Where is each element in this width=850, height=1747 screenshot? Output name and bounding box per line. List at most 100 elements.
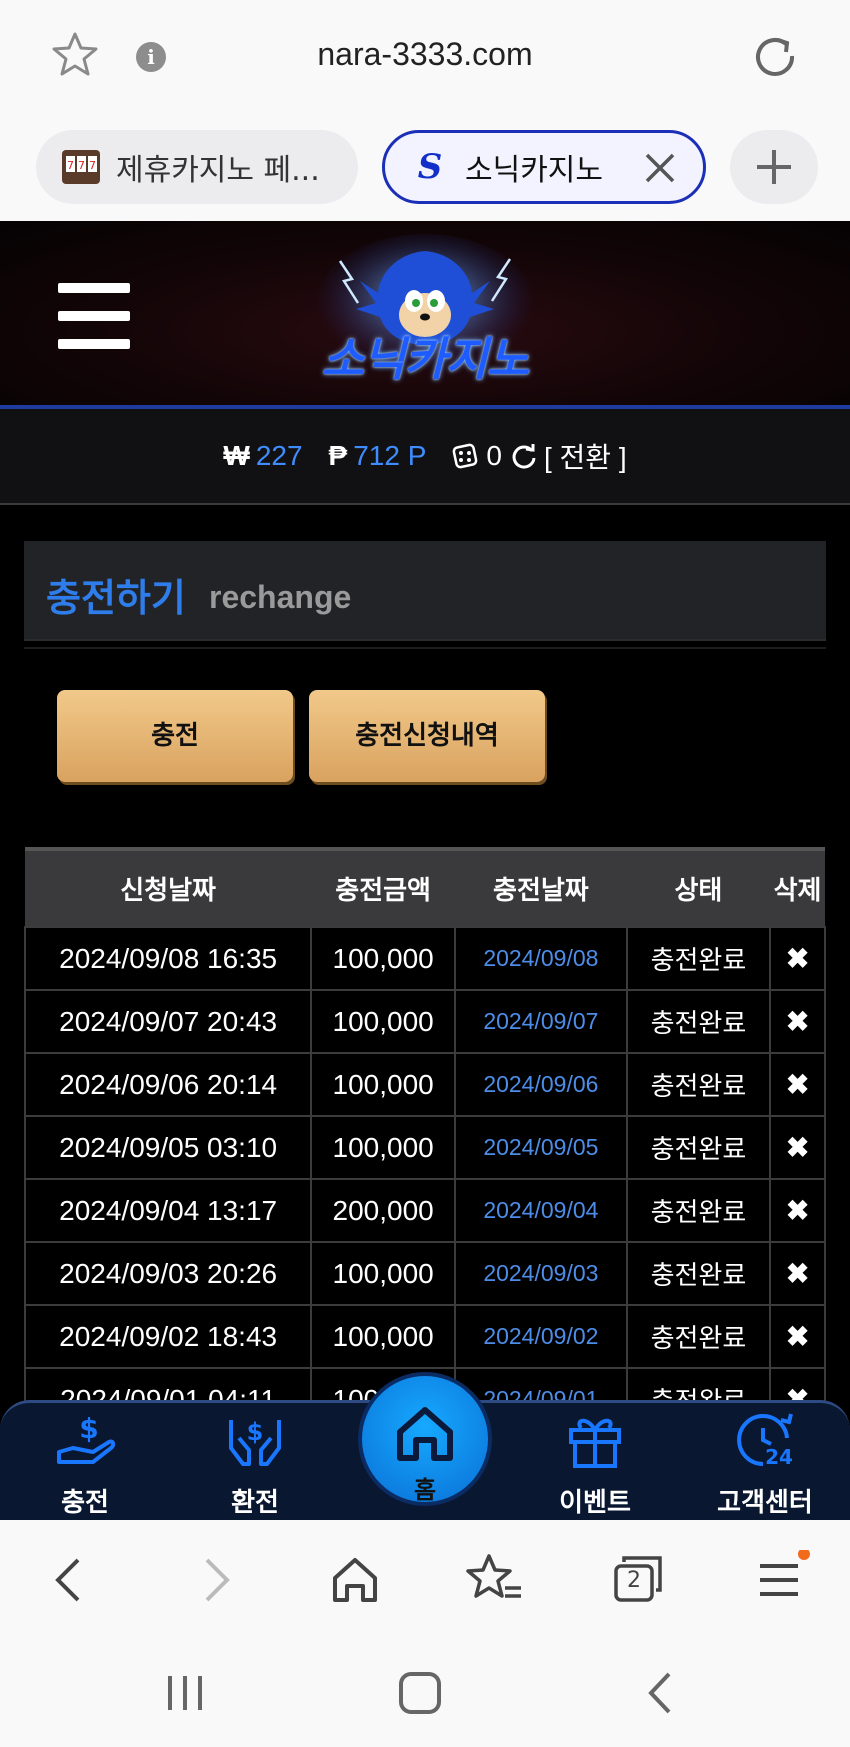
status-cell: 충전완료 xyxy=(625,989,772,1054)
status-cell: 충전완료 xyxy=(625,1241,772,1306)
logo-text: 소닉카지노 xyxy=(321,332,530,386)
recent-apps-icon[interactable] xyxy=(160,1668,210,1718)
amount-cell: 100,000 xyxy=(310,989,457,1054)
col-header-charge-date: 충전날짜 xyxy=(493,876,589,906)
divider xyxy=(24,647,826,649)
nav-label: 고객센터 xyxy=(717,1488,813,1518)
close-tab-icon[interactable] xyxy=(643,151,677,185)
svg-text:7: 7 xyxy=(78,159,85,172)
request-date-cell: 2024/09/04 13:17 xyxy=(23,1178,313,1243)
browser-toolbar: 2 xyxy=(0,1520,850,1640)
request-date-cell: 2024/09/05 03:10 xyxy=(23,1115,313,1180)
bookmarks-icon[interactable] xyxy=(465,1550,525,1610)
refresh-icon[interactable] xyxy=(510,442,538,470)
request-date-cell: 2024/09/06 20:14 xyxy=(23,1052,313,1117)
nav-support[interactable]: 24 고객센터 xyxy=(690,1408,840,1520)
charge-date-cell: 2024/09/04 xyxy=(454,1178,628,1243)
home-icon xyxy=(397,1407,453,1461)
col-header-request-date: 신청날짜 xyxy=(120,876,216,906)
nav-label: 홈 xyxy=(413,1476,437,1504)
charge-button[interactable]: 충전 xyxy=(57,690,293,782)
delete-button[interactable]: ✖ xyxy=(769,1304,826,1369)
url-text[interactable]: nara-3333.com xyxy=(0,36,850,73)
won-balance: 227 xyxy=(255,440,303,471)
delete-button[interactable]: ✖ xyxy=(769,989,826,1054)
nav-exchange[interactable]: $ 환전 xyxy=(180,1408,330,1520)
request-date-cell: 2024/09/08 16:35 xyxy=(23,926,313,991)
sonic-favicon-icon: S xyxy=(418,147,443,187)
svg-text:$: $ xyxy=(79,1412,98,1445)
charge-date-cell: 2024/09/07 xyxy=(454,989,628,1054)
col-header-status: 상태 xyxy=(674,876,723,906)
delete-button[interactable]: ✖ xyxy=(769,1052,826,1117)
request-date-cell: 2024/09/03 20:26 xyxy=(23,1241,313,1306)
table-row: 2024/09/03 20:26 100,000 2024/09/03 충전완료 ✖ xyxy=(23,1241,826,1306)
nav-label: 환전 xyxy=(231,1488,279,1518)
charge-date-cell: 2024/09/03 xyxy=(454,1241,628,1306)
support-24h-icon: 24 xyxy=(737,1413,793,1469)
tab-partner-casino[interactable]: 7 7 7 제휴카지노 페... xyxy=(36,130,358,204)
tab-sonic-casino[interactable]: S 소닉카지노 xyxy=(382,130,706,204)
switch-button[interactable]: [ 전환 ] xyxy=(544,436,627,476)
point-symbol: ₱ xyxy=(328,440,348,471)
charge-date-cell: 2024/09/02 xyxy=(454,1304,628,1369)
browser-url-bar: i nara-3333.com xyxy=(0,0,850,115)
charge-date-cell: 2024/09/08 xyxy=(454,926,628,991)
tabs-button[interactable]: 2 xyxy=(608,1550,668,1610)
status-cell: 충전완료 xyxy=(625,1115,772,1180)
table-row: 2024/09/05 03:10 100,000 2024/09/05 충전완료 ✖ xyxy=(23,1115,826,1180)
request-date-cell: 2024/09/07 20:43 xyxy=(23,989,313,1054)
charge-history-button[interactable]: 충전신청내역 xyxy=(309,690,545,782)
table-row: 2024/09/07 20:43 100,000 2024/09/07 충전완료 ✖ xyxy=(23,989,826,1054)
withdraw-hands-icon: $ xyxy=(229,1418,281,1466)
col-header-amount: 충전금액 xyxy=(335,876,431,906)
tab-label: 제휴카지노 페... xyxy=(116,153,320,188)
status-cell: 충전완료 xyxy=(625,1304,772,1369)
site-header: 소닉카지노 xyxy=(0,221,850,409)
nav-label: 충전 xyxy=(61,1488,109,1518)
amount-cell: 100,000 xyxy=(310,926,457,991)
plus-icon xyxy=(757,150,791,184)
status-cell: 충전완료 xyxy=(625,1178,772,1243)
deposit-hand-icon: $ xyxy=(57,1412,116,1464)
nav-event[interactable]: 이벤트 xyxy=(520,1408,670,1520)
table-row: 2024/09/08 16:35 100,000 2024/09/08 충전완료 ✖ xyxy=(23,926,826,991)
main-content: 충전하기 rechange 충전 충전신청내역 신청날짜 충전금액 충전날짜 상… xyxy=(0,505,850,1520)
section-header: 충전하기 rechange xyxy=(24,541,826,641)
page-title: 충전하기 xyxy=(46,576,186,620)
delete-button[interactable]: ✖ xyxy=(769,926,826,991)
amount-cell: 100,000 xyxy=(310,1241,457,1306)
tab-count: 2 xyxy=(627,1568,641,1593)
delete-button[interactable]: ✖ xyxy=(769,1115,826,1180)
delete-button[interactable]: ✖ xyxy=(769,1178,826,1243)
site-bottom-nav: $ 충전 $ 환전 홈 이벤트 24 고객센터 xyxy=(0,1372,850,1520)
browser-home-icon[interactable] xyxy=(325,1550,385,1610)
reload-icon[interactable] xyxy=(750,32,800,82)
delete-button[interactable]: ✖ xyxy=(769,1241,826,1306)
tab-label: 소닉카지노 xyxy=(465,153,603,188)
back-icon[interactable] xyxy=(40,1550,100,1610)
nav-home[interactable]: 홈 xyxy=(358,1372,492,1506)
nav-charge[interactable]: $ 충전 xyxy=(10,1408,160,1520)
amount-cell: 200,000 xyxy=(310,1178,457,1243)
browser-menu-icon[interactable] xyxy=(750,1550,810,1610)
balance-bar: ₩ 227 ₱ 712 P 0 [ 전환 ] xyxy=(0,409,850,505)
forward-icon[interactable] xyxy=(185,1550,245,1610)
browser-tab-strip: 7 7 7 제휴카지노 페... S 소닉카지노 xyxy=(0,115,850,221)
table-row: 2024/09/06 20:14 100,000 2024/09/06 충전완료 ✖ xyxy=(23,1052,826,1117)
svg-text:7: 7 xyxy=(67,159,74,172)
status-cell: 충전완료 xyxy=(625,926,772,991)
svg-text:S: S xyxy=(418,147,443,187)
slot-machine-icon: 7 7 7 xyxy=(62,150,100,184)
menu-icon[interactable] xyxy=(58,283,130,349)
point-balance: 712 P xyxy=(353,440,427,471)
new-tab-button[interactable] xyxy=(730,130,818,204)
site-logo[interactable]: 소닉카지노 xyxy=(300,231,550,401)
amount-cell: 100,000 xyxy=(310,1052,457,1117)
charge-history-table: 신청날짜 충전금액 충전날짜 상태 삭제 2024/09/08 16:35 100… xyxy=(23,847,826,1432)
table-row: 2024/09/04 13:17 200,000 2024/09/04 충전완료 ✖ xyxy=(23,1178,826,1243)
page-subtitle: rechange xyxy=(209,579,352,615)
charge-date-cell: 2024/09/06 xyxy=(454,1052,628,1117)
system-back-icon[interactable] xyxy=(635,1668,685,1718)
system-home-icon[interactable] xyxy=(395,1668,445,1718)
